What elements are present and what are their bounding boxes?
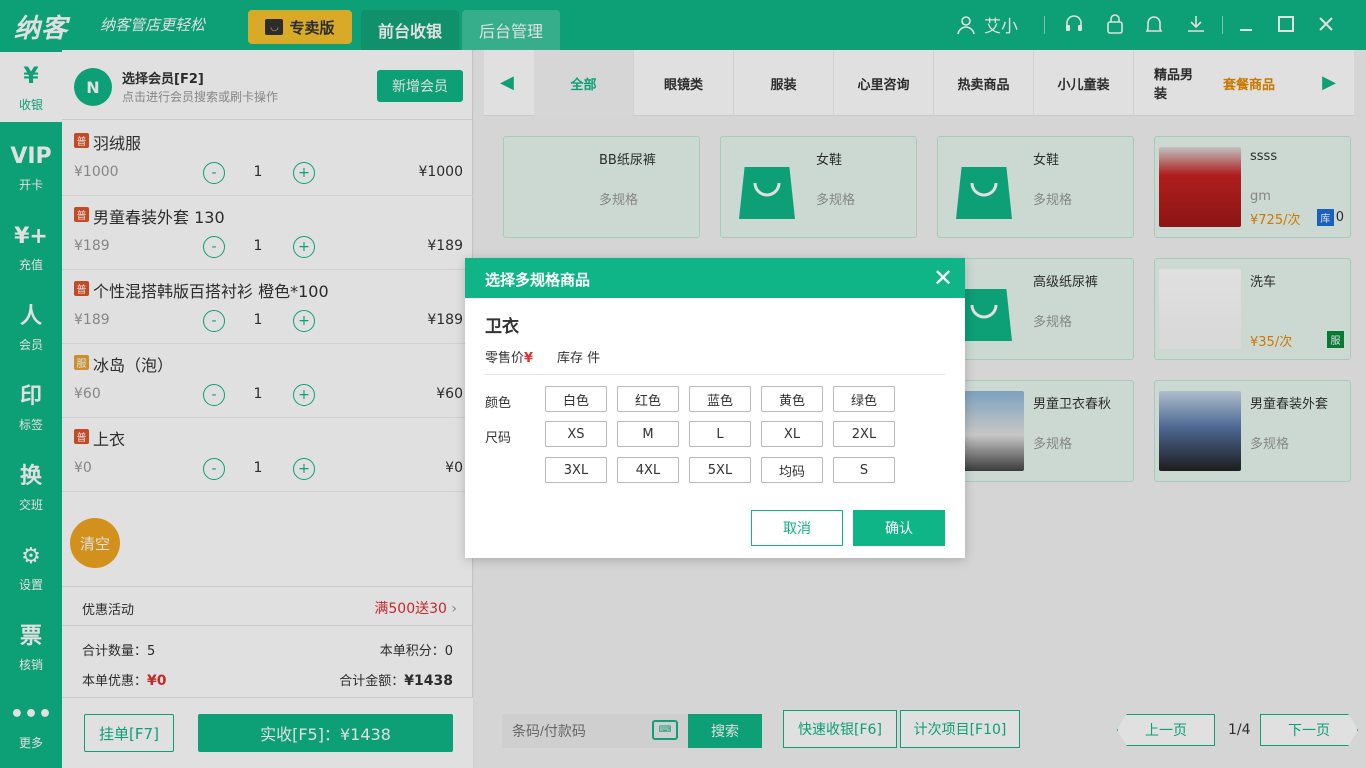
size-option[interactable]: 2XL bbox=[833, 421, 895, 447]
size-option[interactable]: 均码 bbox=[761, 457, 823, 483]
size-option[interactable]: S bbox=[833, 457, 895, 483]
size-label: 尺码 bbox=[485, 427, 511, 446]
size-option[interactable]: XS bbox=[545, 421, 607, 447]
confirm-button[interactable]: 确认 bbox=[853, 510, 945, 546]
cancel-button[interactable]: 取消 bbox=[751, 510, 843, 546]
spec-select-dialog: 选择多规格商品 ✕ 卫衣 零售价¥ 库存 件 颜色 尺码 白色红色蓝色黄色绿色 X… bbox=[465, 258, 965, 558]
dialog-title: 选择多规格商品 bbox=[485, 269, 590, 290]
color-label: 颜色 bbox=[485, 392, 511, 411]
retail-price-label: 零售价 bbox=[485, 351, 524, 366]
size-option[interactable]: 3XL bbox=[545, 457, 607, 483]
stock-info: 库存 件 bbox=[557, 347, 600, 366]
size-option[interactable]: 4XL bbox=[617, 457, 679, 483]
size-option[interactable]: L bbox=[689, 421, 751, 447]
dialog-close-icon[interactable]: ✕ bbox=[929, 264, 957, 292]
color-option[interactable]: 黄色 bbox=[761, 386, 823, 412]
dialog-product-name: 卫衣 bbox=[485, 312, 519, 337]
dialog-header: 选择多规格商品 ✕ bbox=[465, 258, 965, 298]
color-option[interactable]: 绿色 bbox=[833, 386, 895, 412]
color-option[interactable]: 白色 bbox=[545, 386, 607, 412]
color-option[interactable]: 蓝色 bbox=[689, 386, 751, 412]
color-option[interactable]: 红色 bbox=[617, 386, 679, 412]
divider bbox=[485, 374, 945, 375]
size-option[interactable]: 5XL bbox=[689, 457, 751, 483]
size-option[interactable]: XL bbox=[761, 421, 823, 447]
retail-price-symbol: ¥ bbox=[524, 351, 533, 366]
retail-price: 零售价¥ bbox=[485, 347, 533, 366]
size-option[interactable]: M bbox=[617, 421, 679, 447]
